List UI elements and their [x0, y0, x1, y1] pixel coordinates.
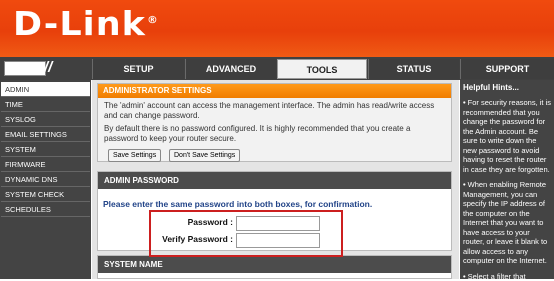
- tab-support[interactable]: SUPPORT: [460, 59, 554, 79]
- hints-title: Helpful Hints...: [460, 80, 554, 92]
- admin-settings-text2: By default there is no password configur…: [104, 124, 445, 144]
- sidebar-item-admin[interactable]: ADMIN: [1, 82, 90, 97]
- helpful-hints-panel: Helpful Hints... •For security reasons, …: [460, 80, 554, 279]
- hint-item: •For security reasons, it is recommended…: [463, 98, 552, 174]
- password-highlight-box: [149, 210, 343, 257]
- tab-tools[interactable]: TOOLS: [277, 59, 367, 79]
- tab-status[interactable]: STATUS: [368, 59, 459, 79]
- sidebar-item-time[interactable]: TIME: [1, 97, 90, 112]
- save-settings-button[interactable]: Save Settings: [108, 149, 161, 162]
- sidebar-item-email-settings[interactable]: EMAIL SETTINGS: [1, 127, 90, 142]
- sidebar-item-syslog[interactable]: SYSLOG: [1, 112, 90, 127]
- dlink-logo: D-Link®: [13, 4, 159, 43]
- tab-setup[interactable]: SETUP: [92, 59, 184, 79]
- sidebar-item-dynamic-dns[interactable]: DYNAMIC DNS: [1, 172, 90, 187]
- hint-item: •When enabling Remote Management, you ca…: [463, 180, 552, 266]
- system-name-title: SYSTEM NAME: [98, 256, 451, 273]
- admin-settings-title: ADMINISTRATOR SETTINGS: [98, 84, 451, 98]
- model-box: [4, 61, 46, 76]
- admin-settings-text1: The 'admin' account can access the manag…: [104, 101, 445, 121]
- hint-item: •Select a filter that: [463, 272, 552, 281]
- password-instruction: Please enter the same password into both…: [103, 199, 372, 209]
- admin-settings-section: ADMINISTRATOR SETTINGS The 'admin' accou…: [97, 83, 452, 162]
- sidebar-item-firmware[interactable]: FIRMWARE: [1, 157, 90, 172]
- sidebar: ADMIN TIME SYSLOG EMAIL SETTINGS SYSTEM …: [0, 80, 91, 279]
- system-name-section: SYSTEM NAME: [97, 255, 452, 279]
- admin-password-title: ADMIN PASSWORD: [98, 172, 451, 189]
- nav-slashes: //: [44, 59, 52, 76]
- sidebar-item-schedules[interactable]: SCHEDULES: [1, 202, 90, 217]
- sidebar-item-system[interactable]: SYSTEM: [1, 142, 90, 157]
- sidebar-item-system-check[interactable]: SYSTEM CHECK: [1, 187, 90, 202]
- header-banner: D-Link®: [0, 0, 554, 57]
- tab-advanced[interactable]: ADVANCED: [185, 59, 276, 79]
- dont-save-settings-button[interactable]: Don't Save Settings: [169, 149, 240, 162]
